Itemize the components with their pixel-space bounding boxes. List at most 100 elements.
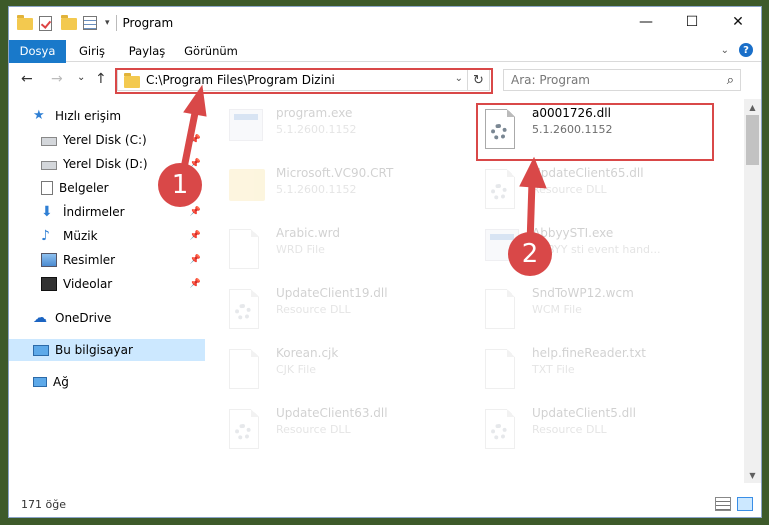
file-item[interactable]: Arabic.wrd WRD File: [221, 223, 461, 278]
dll-gear-icon: [485, 169, 515, 209]
sidebar-item-this-pc[interactable]: Bu bilgisayar: [9, 339, 205, 361]
window-title: Program: [122, 16, 174, 30]
expand-ribbon-chevron-icon[interactable]: ⌄: [721, 45, 729, 56]
file-version: 5.1.2600.1152: [276, 123, 357, 136]
file-item[interactable]: UpdateClient63.dll Resource DLL: [221, 403, 461, 458]
drive-icon: [41, 161, 57, 170]
file-item[interactable]: Microsoft.VC90.CRT 5.1.2600.1152: [221, 163, 461, 218]
maximize-button[interactable]: ☐: [669, 7, 715, 37]
cloud-icon: ☁: [33, 310, 47, 326]
explorer-window: ▾ Program — ☐ ✕ Dosya Giriş Paylaş Görün…: [8, 6, 762, 518]
minimize-button[interactable]: —: [623, 7, 669, 37]
file-item[interactable]: Korean.cjk CJK File: [221, 343, 461, 398]
music-icon: ♪: [41, 228, 50, 244]
pictures-icon: [41, 253, 57, 267]
recent-locations-button[interactable]: ⌄: [77, 72, 85, 83]
properties-check-icon[interactable]: [39, 16, 55, 31]
details-view-icon[interactable]: [715, 497, 731, 511]
file-type: Resource DLL: [532, 423, 607, 436]
sidebar-item-drive-c[interactable]: Yerel Disk (C:) 📌: [41, 129, 205, 151]
sidebar-item-label: Ağ: [53, 375, 69, 389]
sidebar-item-quick-access[interactable]: ★ Hızlı erişim: [33, 105, 205, 127]
tab-share[interactable]: Paylaş: [121, 40, 173, 62]
videos-icon: [41, 277, 57, 291]
pin-icon[interactable]: 📌: [190, 279, 201, 289]
search-box[interactable]: Ara: Program ⌕: [503, 69, 741, 91]
pin-icon[interactable]: 📌: [190, 255, 201, 265]
folder-icon: [229, 169, 265, 209]
pin-icon[interactable]: 📌: [190, 135, 201, 145]
file-name: UpdateClient19.dll: [276, 286, 388, 300]
title-separator: [115, 15, 117, 31]
dll-gear-icon: [229, 409, 259, 449]
drive-icon: [41, 137, 57, 146]
item-count: 171 öğe: [21, 498, 66, 511]
help-icon[interactable]: ?: [739, 43, 753, 57]
file-item[interactable]: help.fineReader.txt TXT File: [477, 343, 717, 398]
search-icon[interactable]: ⌕: [727, 73, 734, 88]
file-type: CJK File: [276, 363, 317, 376]
sidebar-item-label: Videolar: [63, 277, 113, 291]
file-item[interactable]: program.exe 5.1.2600.1152: [221, 103, 461, 158]
back-button[interactable]: ←: [21, 71, 33, 87]
quick-access-toolbar: ▾ Program: [17, 14, 173, 32]
file-item[interactable]: UpdateClient5.dll Resource DLL: [477, 403, 717, 458]
document-icon: [229, 229, 259, 269]
file-item[interactable]: UpdateClient19.dll Resource DLL: [221, 283, 461, 338]
computer-icon: [33, 344, 49, 356]
pin-icon[interactable]: 📌: [190, 207, 201, 217]
file-version: 5.1.2600.1152: [276, 183, 357, 196]
forward-button[interactable]: →: [51, 71, 63, 87]
new-folder-icon[interactable]: [61, 15, 77, 30]
up-button[interactable]: ↑: [95, 71, 107, 87]
tab-home[interactable]: Giriş: [71, 40, 113, 62]
file-item[interactable]: SndToWP12.wcm WCM File: [477, 283, 717, 338]
sidebar-item-label: Yerel Disk (D:): [63, 157, 148, 171]
file-name: program.exe: [276, 106, 353, 120]
callout-2: 2: [508, 232, 552, 276]
scroll-thumb[interactable]: [746, 115, 759, 165]
sidebar-item-network[interactable]: Ağ: [33, 371, 205, 393]
folder-icon: [17, 15, 33, 30]
file-item[interactable]: UpdateClient65.dll Resource DLL: [477, 163, 717, 218]
tab-view[interactable]: Görünüm: [181, 40, 241, 62]
tiles-view-icon[interactable]: [737, 497, 753, 511]
properties-icon[interactable]: [83, 16, 99, 30]
sidebar-item-label: Hızlı erişim: [55, 109, 122, 123]
star-icon: ★: [33, 108, 45, 123]
file-name: UpdateClient65.dll: [532, 166, 644, 180]
scroll-up-arrow-icon[interactable]: ▲: [744, 99, 761, 115]
sidebar-item-pictures[interactable]: Resimler 📌: [41, 249, 205, 271]
sidebar-item-label: Resimler: [63, 253, 116, 267]
view-buttons: [715, 497, 753, 511]
file-type: Resource DLL: [276, 303, 351, 316]
dll-gear-icon: [229, 289, 259, 329]
sidebar-item-label: Yerel Disk (C:): [63, 133, 147, 147]
window-controls: — ☐ ✕: [623, 7, 761, 37]
file-type: WCM File: [532, 303, 582, 316]
file-type: TXT File: [532, 363, 575, 376]
customize-toolbar-chevron-icon[interactable]: ▾: [105, 18, 110, 28]
network-icon: [33, 377, 47, 387]
ribbon-right-controls: ⌄ ?: [721, 43, 753, 57]
search-placeholder[interactable]: Ara: Program: [511, 73, 590, 87]
address-highlight-box: [115, 68, 493, 94]
file-name: Microsoft.VC90.CRT: [276, 166, 394, 180]
download-icon: ⬇: [41, 204, 53, 220]
close-button[interactable]: ✕: [715, 7, 761, 37]
sidebar-item-videos[interactable]: Videolar 📌: [41, 273, 205, 295]
scroll-down-arrow-icon[interactable]: ▼: [744, 467, 761, 483]
file-type: WRD File: [276, 243, 325, 256]
file-name: SndToWP12.wcm: [532, 286, 634, 300]
callout-1: 1: [158, 163, 202, 207]
sidebar-item-music[interactable]: ♪ Müzik 📌: [41, 225, 205, 247]
vertical-scrollbar[interactable]: ▲ ▼: [744, 99, 761, 483]
file-name: Arabic.wrd: [276, 226, 341, 240]
pin-icon[interactable]: 📌: [190, 231, 201, 241]
document-icon: [485, 349, 515, 389]
file-name: UpdateClient63.dll: [276, 406, 388, 420]
file-name: Korean.cjk: [276, 346, 339, 360]
sidebar-item-onedrive[interactable]: ☁ OneDrive: [33, 307, 205, 329]
exe-icon: [229, 109, 263, 149]
document-icon: [229, 349, 259, 389]
